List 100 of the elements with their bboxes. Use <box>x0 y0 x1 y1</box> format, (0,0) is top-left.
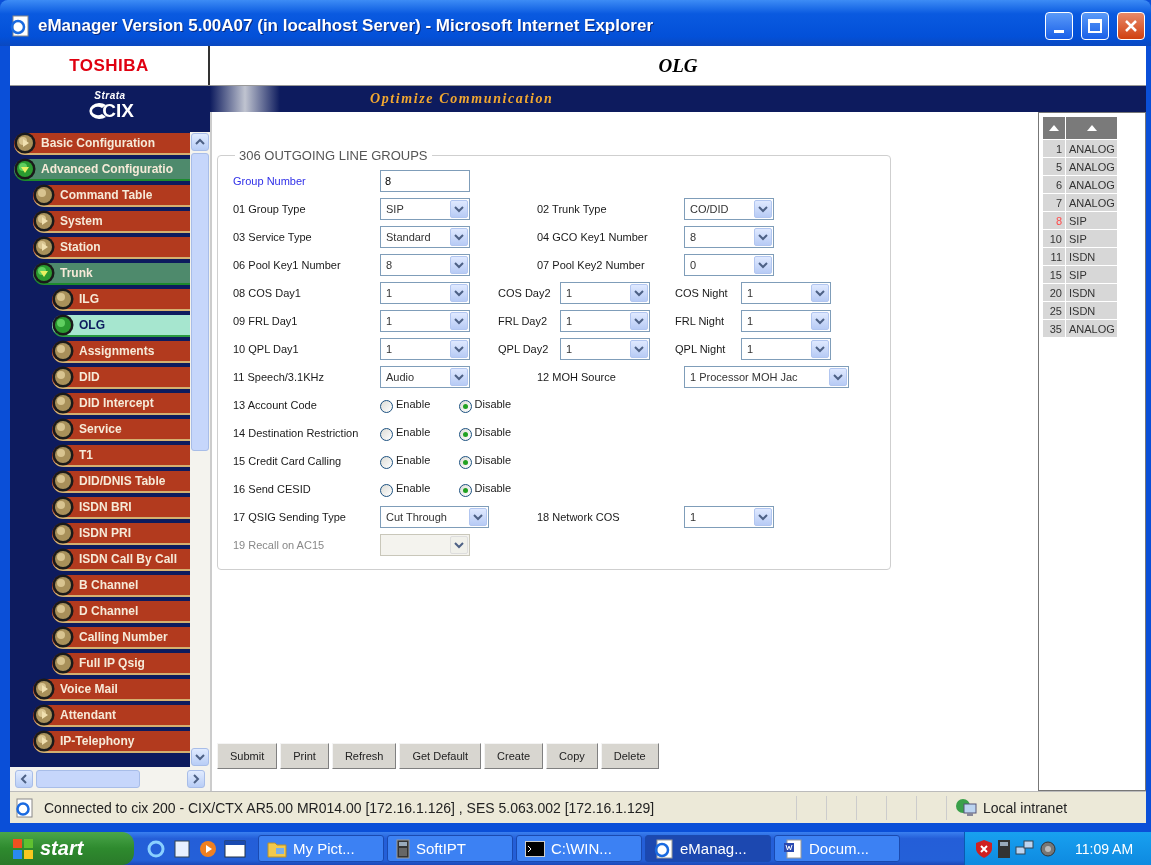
radio-button[interactable] <box>458 400 472 413</box>
group-number-cell[interactable]: 6 <box>1043 176 1065 193</box>
nav-item[interactable]: DID Intercept <box>52 393 190 415</box>
nav-item[interactable]: Basic Configuration <box>14 133 190 155</box>
group-type-cell[interactable]: ISDN <box>1066 302 1117 319</box>
desktop-window-icon[interactable] <box>224 839 246 858</box>
group-type-cell[interactable]: ANALOG <box>1066 194 1117 211</box>
nav-item[interactable]: Assignments <box>52 341 190 363</box>
group-number-cell[interactable]: 5 <box>1043 158 1065 175</box>
radio-button[interactable] <box>380 456 393 469</box>
nav-item[interactable]: Service <box>52 419 190 441</box>
nav-item[interactable]: ILG <box>52 289 190 311</box>
dropdown[interactable]: 1 <box>741 282 831 304</box>
nav-item[interactable]: Command Table <box>33 185 190 207</box>
group-type-cell[interactable]: ANALOG <box>1066 176 1117 193</box>
action-button[interactable]: Print <box>280 743 329 769</box>
nav-item[interactable]: OLG <box>52 315 190 337</box>
group-number-cell[interactable]: 11 <box>1043 248 1065 265</box>
group-number-cell[interactable]: 15 <box>1043 266 1065 283</box>
nav-item[interactable]: System <box>33 211 190 233</box>
taskbar-button[interactable]: C:\WIN... <box>516 835 642 862</box>
group-number-cell[interactable]: 1 <box>1043 140 1065 157</box>
group-number-cell[interactable]: 35 <box>1043 320 1065 337</box>
nav-item[interactable]: IP-Telephony <box>33 731 190 753</box>
nav-item[interactable]: Full IP Qsig <box>52 653 190 675</box>
scroll-up-button[interactable] <box>191 133 209 151</box>
nav-item[interactable]: ISDN PRI <box>52 523 190 545</box>
radio-button[interactable] <box>458 484 472 497</box>
nav-item[interactable]: Attendant <box>33 705 190 727</box>
group-type-cell[interactable]: ANALOG <box>1066 158 1117 175</box>
dropdown[interactable]: 1 <box>380 310 470 332</box>
group-number-cell[interactable]: 20 <box>1043 284 1065 301</box>
close-button[interactable] <box>1117 12 1145 40</box>
nav-item[interactable]: ISDN BRI <box>52 497 190 519</box>
sort-header[interactable] <box>1043 117 1065 139</box>
dropdown[interactable]: 8 <box>684 226 774 248</box>
scroll-left-button[interactable] <box>15 770 33 788</box>
dropdown[interactable]: Standard <box>380 226 470 248</box>
action-button[interactable]: Create <box>484 743 544 769</box>
group-number-cell[interactable]: 10 <box>1043 230 1065 247</box>
dropdown[interactable]: 1 <box>380 282 470 304</box>
action-button[interactable]: Delete <box>600 743 659 769</box>
radio-button[interactable] <box>458 428 472 441</box>
action-button[interactable]: Copy <box>546 743 598 769</box>
dropdown[interactable]: SIP <box>380 198 470 220</box>
dropdown[interactable]: 1 <box>560 338 650 360</box>
radio-button[interactable] <box>380 428 393 441</box>
action-button[interactable]: Refresh <box>331 743 397 769</box>
dropdown[interactable]: 1 <box>684 506 774 528</box>
phone-icon[interactable] <box>997 838 1011 859</box>
shield-icon[interactable] <box>975 838 993 859</box>
dropdown[interactable]: 1 <box>741 310 831 332</box>
radio-button[interactable] <box>380 400 393 413</box>
document-icon[interactable] <box>172 838 192 859</box>
dropdown[interactable]: Cut Through <box>380 506 489 528</box>
action-button[interactable]: Get Default <box>399 743 482 769</box>
dropdown[interactable]: Audio <box>380 366 470 388</box>
group-type-cell[interactable]: ANALOG <box>1066 320 1117 337</box>
group-type-cell[interactable]: SIP <box>1066 266 1117 283</box>
nav-item[interactable]: Calling Number <box>52 627 190 649</box>
taskbar-button[interactable]: SoftIPT <box>387 835 513 862</box>
group-type-cell[interactable]: ANALOG <box>1066 140 1117 157</box>
nav-item[interactable]: Voice Mail <box>33 679 190 701</box>
taskbar-button[interactable]: eManag... <box>645 835 771 862</box>
scrollbar-thumb[interactable] <box>36 770 140 788</box>
scroll-down-button[interactable] <box>191 748 209 766</box>
maximize-button[interactable] <box>1081 12 1109 40</box>
browser-icon[interactable] <box>146 838 166 859</box>
group-type-cell[interactable]: ISDN <box>1066 248 1117 265</box>
dropdown[interactable]: 1 <box>380 338 470 360</box>
group-type-cell[interactable]: ISDN <box>1066 284 1117 301</box>
nav-item[interactable]: Station <box>33 237 190 259</box>
group-number-field[interactable]: 8 <box>380 170 470 192</box>
group-type-cell[interactable]: SIP <box>1066 212 1117 229</box>
nav-item[interactable]: ISDN Call By Call <box>52 549 190 571</box>
dropdown[interactable]: CO/DID <box>684 198 774 220</box>
media-player-icon[interactable] <box>198 838 218 859</box>
dropdown[interactable]: 1 <box>560 282 650 304</box>
nav-item[interactable]: DID <box>52 367 190 389</box>
nav-item[interactable]: DID/DNIS Table <box>52 471 190 493</box>
dropdown[interactable]: 1 <box>741 338 831 360</box>
dropdown[interactable]: 0 <box>684 254 774 276</box>
start-button[interactable]: start <box>0 832 134 865</box>
sort-header[interactable] <box>1066 117 1117 139</box>
group-number-cell[interactable]: 7 <box>1043 194 1065 211</box>
radio-button[interactable] <box>380 484 393 497</box>
group-number-cell[interactable]: 25 <box>1043 302 1065 319</box>
radio-button[interactable] <box>458 456 472 469</box>
dropdown[interactable]: 1 <box>560 310 650 332</box>
dropdown[interactable]: 1 Processor MOH Jac <box>684 366 849 388</box>
taskbar-button[interactable]: Docum... <box>774 835 900 862</box>
group-type-cell[interactable]: SIP <box>1066 230 1117 247</box>
scrollbar-thumb[interactable] <box>191 153 209 451</box>
dropdown[interactable]: 8 <box>380 254 470 276</box>
nav-item[interactable]: D Channel <box>52 601 190 623</box>
minimize-button[interactable] <box>1045 12 1073 40</box>
scroll-right-button[interactable] <box>187 770 205 788</box>
taskbar-button[interactable]: My Pict... <box>258 835 384 862</box>
speaker-icon[interactable] <box>1039 838 1059 859</box>
nav-item[interactable]: B Channel <box>52 575 190 597</box>
